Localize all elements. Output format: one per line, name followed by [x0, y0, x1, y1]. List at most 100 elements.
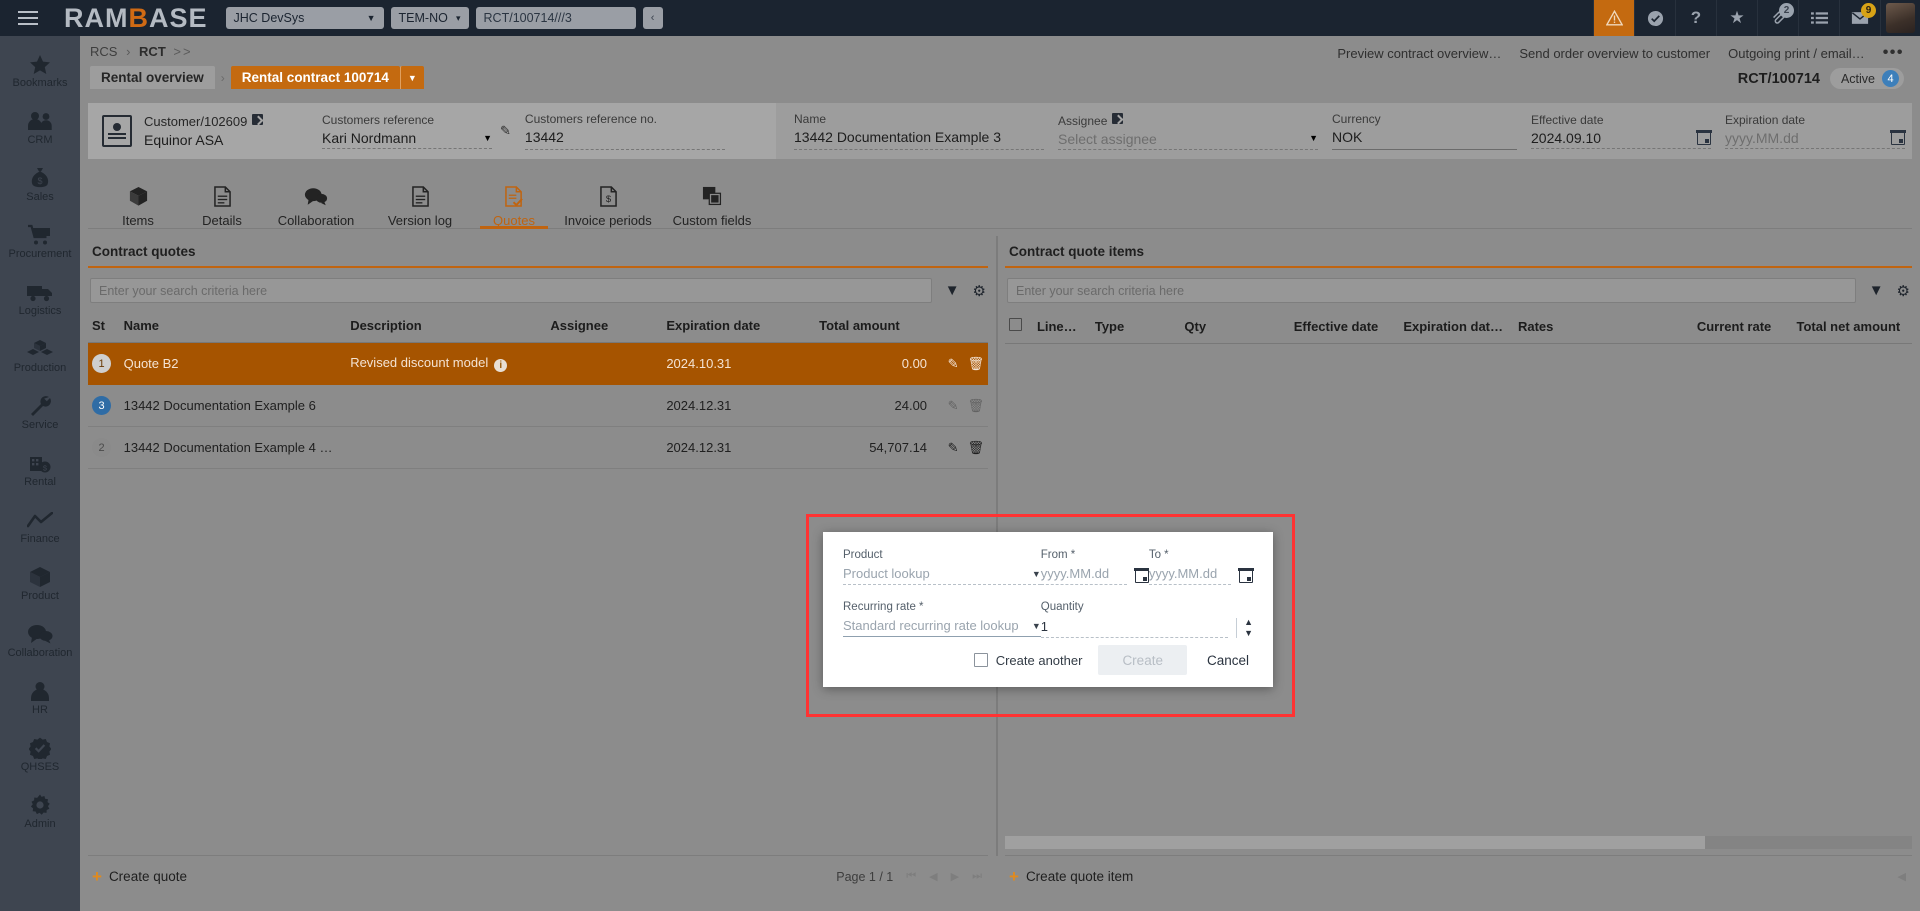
expiration-date-control[interactable]: yyyy.MM.dd	[1725, 130, 1905, 149]
cancel-button[interactable]: Cancel	[1203, 653, 1253, 668]
gear-icon[interactable]: ⚙	[1897, 282, 1910, 300]
col-effective-date[interactable]: Effective date	[1290, 311, 1400, 344]
col-rates[interactable]: Rates	[1514, 311, 1693, 344]
quantity-input[interactable]: 1	[1041, 619, 1228, 638]
collapse-icon[interactable]: ◀	[1898, 870, 1906, 883]
back-button[interactable]: ‹	[643, 7, 663, 29]
chevron-down-icon[interactable]: ▼	[1309, 134, 1318, 143]
help-icon[interactable]: ?	[1675, 0, 1716, 36]
col-qty[interactable]: Qty	[1180, 311, 1289, 344]
tab-details[interactable]: Details	[180, 174, 264, 228]
stepper-down-icon[interactable]: ▼	[1244, 629, 1253, 638]
table-row[interactable]: 3 13442 Documentation Example 6 2024.12.…	[88, 385, 988, 427]
breadcrumb-root[interactable]: RCS	[90, 44, 117, 59]
warning-icon[interactable]	[1593, 0, 1634, 36]
quote-items-search-input[interactable]: Enter your search criteria here	[1007, 278, 1856, 303]
create-button[interactable]: Create	[1098, 645, 1187, 675]
scrollbar-thumb[interactable]	[1005, 836, 1705, 849]
edit-icon[interactable]: ✎	[948, 440, 959, 455]
sidebar-item-procurement[interactable]: Procurement	[0, 213, 80, 270]
chevron-down-icon[interactable]: ▼	[483, 134, 492, 143]
info-icon[interactable]: i	[494, 359, 507, 372]
sidebar-item-sales[interactable]: $ Sales	[0, 156, 80, 213]
create-another-checkbox[interactable]: Create another	[974, 653, 1083, 668]
list-icon[interactable]	[1798, 0, 1839, 36]
delete-icon[interactable]: 🗑	[967, 398, 984, 413]
col-assignee[interactable]: Assignee	[546, 311, 662, 343]
external-link-icon[interactable]	[1112, 113, 1123, 124]
context-id-input[interactable]	[476, 7, 636, 29]
create-quote-item-button[interactable]: + Create quote item	[1005, 868, 1133, 885]
col-description[interactable]: Description	[346, 311, 546, 343]
action-preview-contract-overview[interactable]: Preview contract overview…	[1337, 46, 1501, 61]
tab-custom-fields[interactable]: Custom fields	[660, 174, 764, 228]
from-date-input[interactable]: yyyy.MM.dd	[1041, 566, 1127, 585]
table-row[interactable]: 1 Quote B2 Revised discount modeli 2024.…	[88, 343, 988, 385]
customers-reference-control[interactable]: Kari Nordmann ▼	[322, 130, 492, 149]
calendar-icon[interactable]	[1697, 131, 1711, 145]
contract-quotes-search-input[interactable]: Enter your search criteria here	[90, 278, 932, 303]
col-st[interactable]: St	[88, 311, 120, 343]
chevron-down-icon[interactable]: ▼	[1032, 569, 1041, 579]
action-send-order-overview[interactable]: Send order overview to customer	[1519, 46, 1710, 61]
avatar[interactable]	[1880, 0, 1920, 36]
create-quote-button[interactable]: + Create quote	[88, 868, 187, 885]
delete-icon[interactable]: 🗑	[967, 440, 984, 455]
menu-icon[interactable]	[0, 0, 56, 36]
quantity-stepper[interactable]: ▲ ▼	[1236, 618, 1253, 638]
from-date-control[interactable]: yyyy.MM.dd	[1041, 566, 1149, 585]
filter-icon[interactable]: ▼	[945, 282, 960, 299]
col-expiration-date[interactable]: Expiration dat…	[1399, 311, 1514, 344]
tab-version-log[interactable]: Version log	[368, 174, 472, 228]
filter-icon[interactable]: ▼	[1869, 282, 1884, 299]
sidebar-item-logistics[interactable]: Logistics	[0, 270, 80, 327]
sidebar-item-qhses[interactable]: QHSES	[0, 726, 80, 783]
effective-date-control[interactable]: 2024.09.10	[1531, 130, 1711, 149]
check-circle-icon[interactable]	[1634, 0, 1675, 36]
delete-icon[interactable]: 🗑	[967, 356, 984, 371]
sidebar-item-hr[interactable]: HR	[0, 669, 80, 726]
sidebar-item-bookmarks[interactable]: Bookmarks	[0, 42, 80, 99]
edit-icon[interactable]: ✎	[948, 398, 959, 413]
more-actions-icon[interactable]: •••	[1883, 44, 1904, 62]
locale-selector[interactable]: TEM-NO ▾	[391, 7, 469, 29]
next-page-icon[interactable]: ▶	[951, 870, 959, 883]
sidebar-item-product[interactable]: Product	[0, 555, 80, 612]
tab-collaboration[interactable]: Collaboration	[264, 174, 368, 228]
sidebar-item-crm[interactable]: CRM	[0, 99, 80, 156]
status-badge[interactable]: Active 4	[1830, 68, 1904, 89]
first-page-icon[interactable]: ⏮	[906, 870, 916, 883]
assignee-control[interactable]: Select assignee ▼	[1058, 131, 1318, 150]
customer-id-row[interactable]: Customer/102609	[144, 114, 322, 129]
company-selector[interactable]: JHC DevSys ▼	[226, 7, 384, 29]
sidebar-item-production[interactable]: Production	[0, 327, 80, 384]
tab-rental-contract[interactable]: Rental contract 100714	[231, 66, 400, 89]
gear-icon[interactable]: ⚙	[973, 282, 986, 300]
calendar-icon[interactable]	[1891, 131, 1905, 145]
calendar-icon[interactable]	[1135, 569, 1149, 583]
col-total-amount[interactable]: Total amount	[815, 311, 931, 343]
sidebar-item-admin[interactable]: Admin	[0, 783, 80, 840]
action-outgoing-print-email[interactable]: Outgoing print / email…	[1728, 46, 1865, 61]
edit-pencil-icon[interactable]: ✎	[500, 123, 511, 139]
to-date-input[interactable]: yyyy.MM.dd	[1149, 566, 1231, 585]
tab-items[interactable]: Items	[96, 174, 180, 228]
col-expiration-date[interactable]: Expiration date	[662, 311, 815, 343]
attachment-icon[interactable]: 2	[1757, 0, 1798, 36]
external-link-icon[interactable]	[252, 114, 263, 125]
sidebar-item-finance[interactable]: Finance	[0, 498, 80, 555]
col-total-net-amount[interactable]: Total net amount	[1792, 311, 1912, 344]
quantity-control[interactable]: 1 ▲ ▼	[1041, 618, 1253, 638]
chevron-down-icon[interactable]: ▼	[1032, 621, 1041, 631]
last-page-icon[interactable]: ⏭	[972, 870, 982, 883]
table-row[interactable]: 2 13442 Documentation Example 4 … 2024.1…	[88, 427, 988, 469]
messages-icon[interactable]: 9	[1839, 0, 1880, 36]
currency-control[interactable]: NOK	[1332, 129, 1517, 150]
breadcrumb-node[interactable]: RCT	[139, 44, 166, 59]
tab-rental-overview[interactable]: Rental overview	[90, 66, 215, 89]
col-type[interactable]: Type	[1091, 311, 1181, 344]
customers-reference-no-control[interactable]: 13442	[525, 129, 725, 150]
stepper-up-icon[interactable]: ▲	[1244, 618, 1253, 627]
sidebar-item-collaboration[interactable]: Collaboration	[0, 612, 80, 669]
col-name[interactable]: Name	[120, 311, 347, 343]
